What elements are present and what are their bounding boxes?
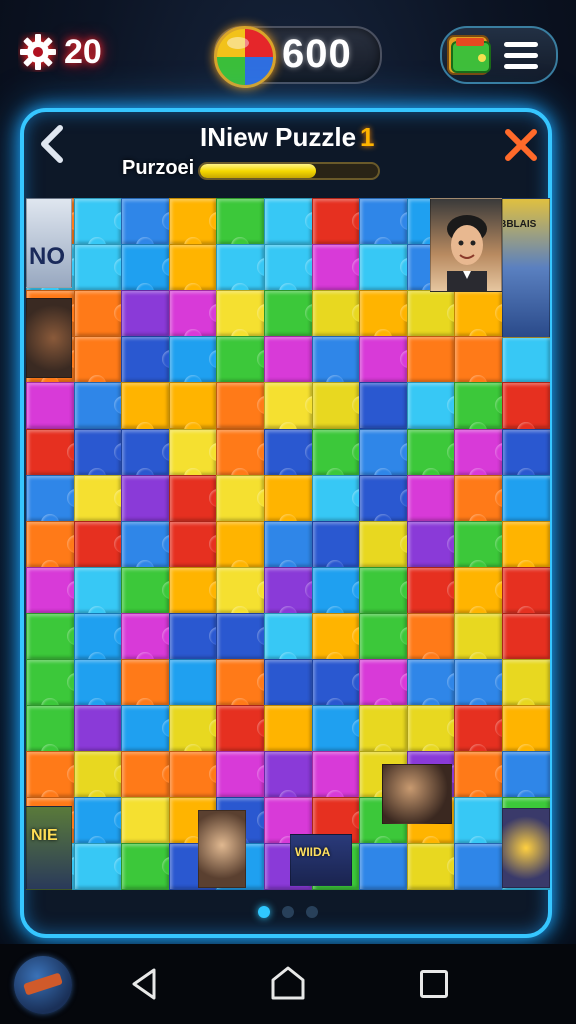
puzzle-piece[interactable] (264, 659, 313, 707)
puzzle-piece[interactable] (26, 382, 75, 430)
photo-piece-right-bottom[interactable] (502, 808, 550, 888)
puzzle-area[interactable]: NO NIE WIIDA LBBLAIS (26, 198, 550, 890)
nav-back-icon[interactable] (128, 966, 160, 1002)
nav-recent-icon[interactable] (420, 970, 448, 998)
shop-menu-pill (440, 26, 558, 84)
photo-right-text: LBBLAIS (503, 219, 537, 230)
photo-piece-sign[interactable]: NO (26, 198, 72, 288)
orb-icon (214, 26, 276, 88)
puzzle-piece[interactable] (168, 659, 218, 707)
photo-piece-bottom-left[interactable]: NIE (26, 806, 72, 890)
gear-icon (20, 34, 56, 70)
close-icon[interactable] (502, 126, 540, 164)
gear-count: 20 (64, 32, 102, 71)
level-badge: 1 (360, 122, 375, 152)
progress-fill (200, 164, 316, 178)
progress-bar (198, 162, 380, 180)
chevron-left-icon[interactable] (36, 124, 66, 164)
menu-icon[interactable] (504, 42, 538, 69)
puzzle-piece[interactable] (502, 336, 550, 384)
photo-bottom-left-text: NIE (31, 827, 58, 844)
photo-piece-character[interactable] (430, 198, 502, 292)
puzzle-piece[interactable] (454, 843, 503, 890)
page-dot[interactable] (258, 906, 270, 918)
page-dot[interactable] (282, 906, 294, 918)
photo-piece-left-face[interactable] (26, 298, 72, 378)
puzzle-piece[interactable] (121, 797, 170, 845)
puzzle-piece[interactable] (502, 474, 550, 522)
wallet-icon[interactable] (444, 28, 494, 80)
page-indicator (258, 906, 318, 918)
settings-counter[interactable]: 20 (18, 28, 102, 76)
photo-piece-right-top[interactable]: LBBLAIS (502, 198, 550, 338)
photo-sign-text: NO (29, 243, 65, 270)
puzzle-piece[interactable] (121, 290, 170, 338)
character-portrait-icon (447, 215, 487, 291)
puzzle-piece[interactable] (359, 382, 408, 430)
coin-balance[interactable]: 600 (214, 26, 382, 88)
puzzle-piece[interactable] (502, 612, 550, 660)
puzzle-piece[interactable] (264, 705, 313, 753)
progress-label: Purzoei (122, 157, 195, 179)
puzzle-piece[interactable] (406, 474, 456, 522)
puzzle-piece[interactable] (359, 843, 408, 890)
puzzle-piece[interactable] (406, 336, 456, 384)
top-hud: 20 600 (0, 0, 576, 100)
photo-piece-bottom-sign[interactable]: WIIDA (290, 834, 352, 886)
photo-piece-bottom-face[interactable] (198, 810, 246, 888)
puzzle-piece[interactable] (73, 705, 123, 753)
photo-bottom-sign-text: WIIDA (295, 845, 331, 859)
photo-piece-right-face[interactable] (382, 764, 452, 824)
puzzle-piece[interactable] (264, 336, 313, 384)
puzzle-title: INiew Puzzle (200, 122, 357, 152)
coin-value: 600 (282, 32, 352, 76)
nav-home-icon[interactable] (270, 964, 306, 1002)
puzzle-piece[interactable] (121, 474, 170, 522)
app-thumbnail-icon[interactable] (14, 956, 72, 1014)
page-dot[interactable] (306, 906, 318, 918)
